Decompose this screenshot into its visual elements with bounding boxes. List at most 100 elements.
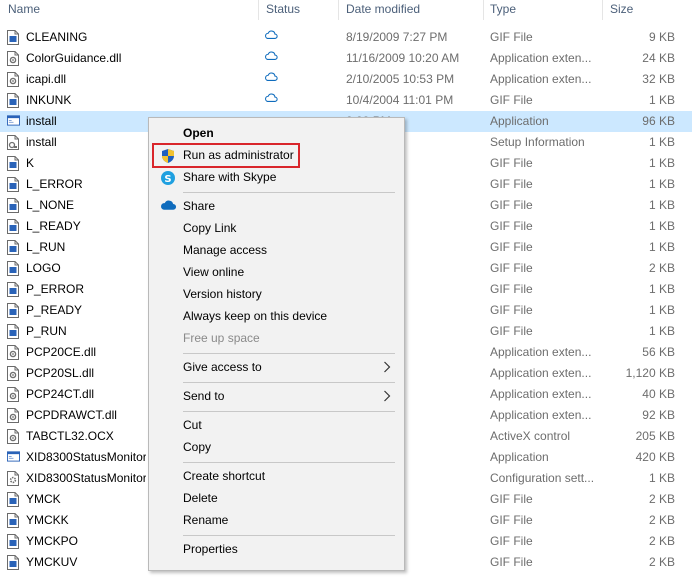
file-date-modified: 2/10/2005 10:53 PM	[346, 72, 455, 86]
menu-item-view-online[interactable]: View online	[149, 262, 404, 284]
menu-item-label: View online	[183, 265, 245, 279]
file-name: CLEANING	[26, 30, 88, 44]
svg-text:S: S	[164, 174, 171, 185]
file-type: GIF File	[490, 177, 533, 191]
gif-file-icon	[7, 93, 19, 108]
menu-item-label: Cut	[183, 418, 202, 432]
menu-separator	[183, 411, 395, 412]
menu-item-label: Send to	[183, 389, 225, 403]
menu-item-give-access-to[interactable]: Give access to	[149, 357, 404, 379]
file-name: YMCKPO	[26, 534, 79, 548]
file-size: 1 KB	[648, 93, 675, 107]
file-name: PCP20SL.dll	[26, 366, 95, 380]
onedrive-cloud-icon	[160, 199, 177, 215]
column-header-name[interactable]: Name	[8, 2, 40, 16]
menu-item-create-shortcut[interactable]: Create shortcut	[149, 466, 404, 488]
file-name: L_READY	[26, 219, 81, 233]
file-size: 1 KB	[648, 177, 675, 191]
file-type: GIF File	[490, 219, 533, 233]
menu-item-cut[interactable]: Cut	[149, 415, 404, 437]
menu-item-label: Open	[183, 126, 214, 140]
menu-item-copy-link[interactable]: Copy Link	[149, 218, 404, 240]
gif-file-icon	[7, 30, 19, 45]
column-header-size[interactable]: Size	[610, 2, 633, 16]
menu-item-share[interactable]: Share	[149, 196, 404, 218]
file-size: 1 KB	[648, 156, 675, 170]
gif-file-icon	[7, 261, 19, 276]
file-name: icapi.dll	[26, 72, 67, 86]
file-size: 24 KB	[642, 51, 675, 65]
chevron-right-icon	[383, 390, 391, 402]
file-type: GIF File	[490, 282, 533, 296]
file-name: LOGO	[26, 261, 61, 275]
file-size: 92 KB	[642, 408, 675, 422]
menu-item-always-keep-on-this-device[interactable]: Always keep on this device	[149, 306, 404, 328]
file-type: GIF File	[490, 261, 533, 275]
column-divider[interactable]	[258, 0, 259, 20]
column-header-row: Name Status Date modified Type Size	[0, 0, 692, 20]
file-name: PCP24CT.dll	[26, 387, 95, 401]
menu-item-properties[interactable]: Properties	[149, 539, 404, 561]
menu-item-version-history[interactable]: Version history	[149, 284, 404, 306]
file-size: 205 KB	[635, 429, 675, 443]
gif-file-icon	[7, 177, 19, 192]
menu-item-rename[interactable]: Rename	[149, 510, 404, 532]
dll-file-icon	[7, 51, 19, 66]
menu-item-copy[interactable]: Copy	[149, 437, 404, 459]
gif-file-icon	[7, 492, 19, 507]
highlight-annotation-box	[152, 143, 300, 168]
gif-file-icon	[7, 555, 19, 570]
file-row[interactable]: ColorGuidance.dll 11/16/2009 10:20 AM Appl…	[0, 48, 692, 69]
menu-item-label: Version history	[183, 287, 262, 301]
setup-info-icon	[7, 135, 19, 150]
file-size: 1,120 KB	[625, 366, 675, 380]
column-divider[interactable]	[483, 0, 484, 20]
menu-item-open[interactable]: Open	[149, 123, 404, 145]
menu-separator	[183, 192, 395, 193]
menu-separator	[183, 535, 395, 536]
file-size: 420 KB	[635, 450, 675, 464]
cloud-icon	[264, 29, 284, 45]
file-size: 1 KB	[648, 219, 675, 233]
file-size: 2 KB	[648, 555, 675, 569]
dll-file-icon	[7, 366, 19, 381]
gif-file-icon	[7, 240, 19, 255]
column-divider[interactable]	[338, 0, 339, 20]
file-type: GIF File	[490, 156, 533, 170]
gif-file-icon	[7, 156, 19, 171]
column-header-status[interactable]: Status	[266, 2, 300, 16]
menu-item-label: Share	[183, 199, 216, 213]
file-type: Application exten...	[490, 366, 592, 380]
menu-item-label: Properties	[183, 542, 238, 556]
file-size: 1 KB	[648, 324, 675, 338]
file-size: 1 KB	[648, 198, 675, 212]
gif-file-icon	[7, 219, 19, 234]
file-row[interactable]: icapi.dll 2/10/2005 10:53 PM Application e…	[0, 69, 692, 90]
column-header-type[interactable]: Type	[490, 2, 516, 16]
file-size: 56 KB	[642, 345, 675, 359]
menu-item-label: Manage access	[183, 243, 268, 257]
file-date-modified: 11/16/2009 10:20 AM	[346, 51, 460, 65]
file-row[interactable]: CLEANING 8/19/2009 7:27 PM GIF File 9 KB	[0, 27, 692, 48]
file-row[interactable]: INKUNK 10/4/2004 11:01 PM GIF File 1 KB	[0, 90, 692, 111]
file-date-modified: 10/4/2004 11:01 PM	[346, 93, 454, 107]
column-divider[interactable]	[602, 0, 603, 20]
column-header-date-modified[interactable]: Date modified	[346, 2, 420, 16]
file-type: Configuration sett...	[490, 471, 595, 485]
menu-item-label: Share with Skype	[183, 170, 277, 184]
dll-file-icon	[7, 72, 19, 87]
file-size: 2 KB	[648, 261, 675, 275]
file-type: Application exten...	[490, 345, 592, 359]
menu-item-delete[interactable]: Delete	[149, 488, 404, 510]
menu-item-label: Delete	[183, 491, 218, 505]
file-name: XID8300StatusMonitor	[26, 450, 146, 464]
file-date-modified: 8/19/2009 7:27 PM	[346, 30, 448, 44]
menu-item-send-to[interactable]: Send to	[149, 386, 404, 408]
context-menu: Open Run as administrator S Share with Skyp…	[148, 117, 405, 571]
menu-item-share-with-skype[interactable]: S Share with Skype	[149, 167, 404, 189]
menu-item-manage-access[interactable]: Manage access	[149, 240, 404, 262]
file-size: 2 KB	[648, 513, 675, 527]
menu-item-label: Free up space	[183, 331, 260, 345]
file-name: K	[26, 156, 35, 170]
gif-file-icon	[7, 513, 19, 528]
